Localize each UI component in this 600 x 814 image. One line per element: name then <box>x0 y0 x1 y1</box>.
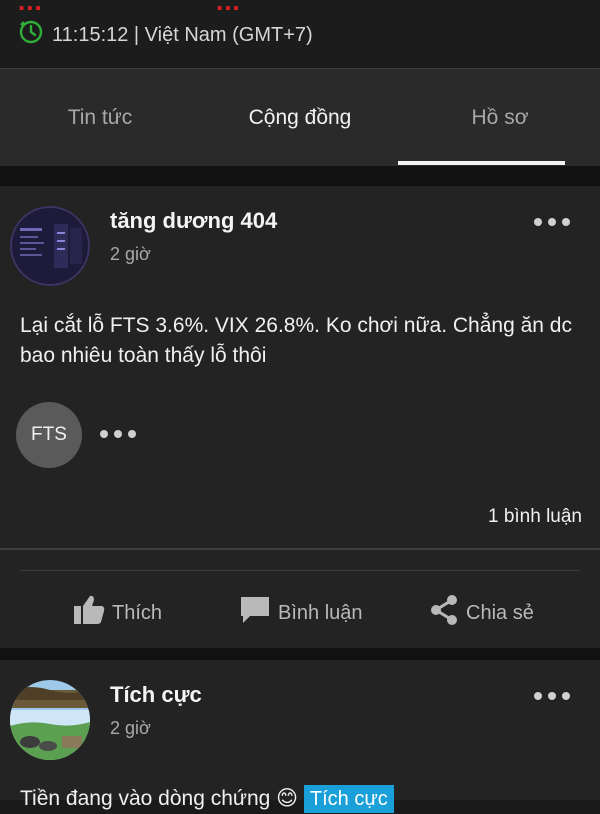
section-gap <box>0 648 600 660</box>
more-tickers-button[interactable] <box>100 430 136 438</box>
active-tab-indicator <box>398 161 565 165</box>
clock-icon <box>18 19 44 51</box>
post-text-row: Tiền đang vào dòng chứng 😊 Tích cực <box>20 784 580 814</box>
ticker-label: FTS <box>31 424 67 445</box>
more-dot <box>534 218 542 226</box>
section-gap <box>0 166 600 186</box>
post-author[interactable]: tăng dương 404 <box>110 208 277 234</box>
share-button[interactable]: Chia sẻ <box>428 594 534 632</box>
like-button[interactable]: Thích <box>72 594 162 632</box>
tab-community[interactable]: Cộng đồng <box>200 69 400 166</box>
tab-bar: Tin tức Cộng đồng Hồ sơ <box>0 69 600 166</box>
tab-news[interactable]: Tin tức <box>0 69 200 166</box>
more-options-button[interactable] <box>534 218 570 226</box>
more-options-button[interactable] <box>534 692 570 700</box>
post-author[interactable]: Tích cực <box>110 682 202 708</box>
post-card: Tích cực 2 giờ Tiền đang vào dòng chứng … <box>0 660 600 813</box>
more-dot <box>100 430 108 438</box>
top-bar: ... ... 11:15:12 | Việt Nam (GMT+7) <box>0 0 600 69</box>
more-dot <box>128 430 136 438</box>
comment-label: Bình luận <box>278 601 363 624</box>
comment-count[interactable]: 1 bình luận <box>488 506 582 528</box>
avatar[interactable] <box>10 206 90 286</box>
clock-text: 11:15:12 | Việt Nam (GMT+7) <box>52 23 313 46</box>
post-card: tăng dương 404 2 giờ Lại cắt lỗ FTS 3.6%… <box>0 186 600 648</box>
top-left-text: ... <box>18 0 43 16</box>
tab-community-label: Cộng đồng <box>248 105 352 129</box>
thumbs-up-icon <box>72 594 106 632</box>
ticker-chip[interactable]: FTS <box>16 402 82 468</box>
top-right-text: ... <box>216 0 241 16</box>
avatar[interactable] <box>10 680 90 760</box>
avatar-image <box>10 206 90 286</box>
more-dot <box>548 218 556 226</box>
tab-news-label: Tin tức <box>67 105 133 129</box>
sentiment-tag[interactable]: Tích cực <box>303 785 394 813</box>
clock-row: 11:15:12 | Việt Nam (GMT+7) <box>18 19 313 51</box>
comment-button[interactable]: Bình luận <box>238 594 363 632</box>
like-label: Thích <box>112 601 163 624</box>
share-icon <box>428 594 460 632</box>
divider <box>0 548 600 550</box>
share-label: Chia sẻ <box>466 601 534 624</box>
comment-icon <box>238 594 272 632</box>
post-time: 2 giờ <box>110 718 151 738</box>
tab-profile-label: Hồ sơ <box>471 105 529 129</box>
more-dot <box>562 218 570 226</box>
post-time: 2 giờ <box>110 244 151 264</box>
more-dot <box>562 692 570 700</box>
more-dot <box>114 430 122 438</box>
tab-profile[interactable]: Hồ sơ <box>400 69 600 166</box>
top-partial-text: ... ... <box>18 0 600 17</box>
divider <box>20 570 580 571</box>
post-text: Tiền đang vào dòng chứng 😊 <box>20 787 299 810</box>
post-text: Lại cắt lỗ FTS 3.6%. VIX 26.8%. Ko chơi … <box>20 314 572 367</box>
more-dot <box>534 692 542 700</box>
more-dot <box>548 692 556 700</box>
avatar-image <box>10 680 90 760</box>
